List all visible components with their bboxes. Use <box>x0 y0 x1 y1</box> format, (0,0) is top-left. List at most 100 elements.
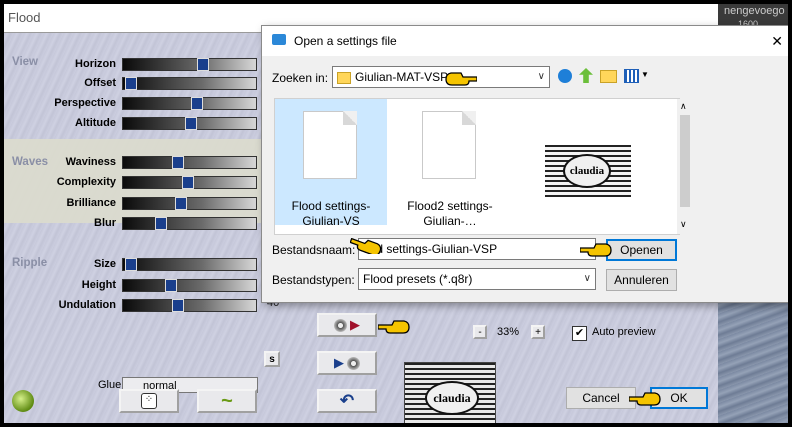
altitude-label: Altitude <box>75 117 116 129</box>
save-preset-button[interactable]: ▶ <box>317 351 377 375</box>
horizon-label: Horizon <box>75 58 116 70</box>
file-name: Flood settings-Giulian-VS <box>291 199 371 228</box>
random-button[interactable]: ⁘ <box>119 389 179 413</box>
pointer-hand-icon <box>377 319 410 335</box>
play-right-icon: ▶ <box>334 355 344 370</box>
height-slider[interactable] <box>122 279 257 292</box>
scroll-down-icon[interactable]: ∨ <box>680 219 687 230</box>
pointer-hand-icon <box>349 237 382 256</box>
glue-label: Glue <box>98 379 122 391</box>
open-settings-dialog: Open a settings file ✕ Zoeken in: Giulia… <box>261 25 788 303</box>
offset-label: Offset <box>84 77 116 89</box>
up-folder-icon[interactable] <box>579 68 593 83</box>
scroll-up-icon[interactable]: ∧ <box>680 101 687 112</box>
slider-thumb[interactable] <box>185 117 197 130</box>
claudia-logo: claudia <box>563 154 611 188</box>
slider-thumb[interactable] <box>175 197 187 210</box>
undulation-slider[interactable] <box>122 299 257 312</box>
claudia-logo: claudia <box>425 381 479 415</box>
file-list-scrollbar[interactable]: ∧ ∨ <box>677 99 693 234</box>
slider-thumb[interactable] <box>191 97 203 110</box>
brilliance-slider[interactable] <box>122 197 257 210</box>
waviness-label: Waviness <box>65 156 116 168</box>
zoom-level: 33% <box>497 326 520 338</box>
auto-preview-checkbox[interactable]: ✔ <box>572 326 587 341</box>
load-preset-button[interactable]: ▶ <box>317 313 377 337</box>
file-list: Flood settings-Giulian-VS Flood2 setting… <box>274 98 693 235</box>
disc-icon <box>334 318 347 332</box>
blur-slider[interactable] <box>122 217 257 230</box>
scroll-thumb[interactable] <box>680 115 690 207</box>
brilliance-label: Brilliance <box>66 197 116 209</box>
pointer-hand-icon <box>628 391 661 407</box>
filter-logo-icon <box>12 390 34 412</box>
file-item[interactable]: Flood settings-Giulian-VS <box>275 99 387 228</box>
perspective-slider[interactable] <box>122 97 257 110</box>
pointer-hand-icon <box>445 71 478 87</box>
dice-icon: ⁘ <box>141 393 157 409</box>
complexity-slider[interactable] <box>122 176 257 189</box>
screen: Flood nengevoego 1600 View Waves Ripple … <box>4 4 788 423</box>
slider-thumb[interactable] <box>182 176 194 189</box>
height-label: Height <box>81 279 116 291</box>
waviness-slider[interactable] <box>122 156 257 169</box>
dialog-close-button[interactable]: ✕ <box>771 33 783 50</box>
back-icon[interactable] <box>558 69 572 83</box>
dialog-title: Open a settings file <box>294 34 397 48</box>
slider-thumb[interactable] <box>172 156 184 169</box>
undulation-label: Undulation <box>58 299 116 311</box>
folder-icon <box>337 71 351 84</box>
cancel-dialog-button[interactable]: Annuleren <box>606 269 677 291</box>
filename-input[interactable]: ood settings-Giulian-VSP <box>358 238 596 260</box>
horizon-slider[interactable] <box>122 58 257 71</box>
undo-button[interactable]: ↶ <box>317 389 377 413</box>
corner-text: nengevoego <box>724 5 785 17</box>
slider-thumb[interactable] <box>125 258 137 271</box>
slider-thumb[interactable] <box>172 299 184 312</box>
document-icon <box>303 111 357 179</box>
complexity-label: Complexity <box>56 176 116 188</box>
look-in-value: Giulian-MAT-VSP <box>355 70 449 84</box>
zoom-in-button[interactable]: + <box>531 325 545 339</box>
filetype-select[interactable]: Flood presets (*.q8r) ∨ <box>358 268 596 290</box>
slider-thumb[interactable] <box>155 217 167 230</box>
pointer-hand-icon <box>579 242 612 258</box>
view-menu-icon[interactable] <box>624 69 639 83</box>
slider-thumb[interactable] <box>165 279 177 292</box>
wave-icon: ~ <box>221 389 233 412</box>
perspective-label: Perspective <box>54 97 116 109</box>
altitude-slider[interactable] <box>122 117 257 130</box>
chevron-down-icon: ∨ <box>583 273 591 284</box>
file-name: Flood2 settings-Giulian-… <box>407 199 493 228</box>
open-button[interactable]: Openen <box>606 239 677 261</box>
look-in-combo[interactable]: Giulian-MAT-VSP ∨ <box>332 66 550 88</box>
reset-button[interactable]: ~ <box>197 389 257 413</box>
preview-thumbnail: claudia <box>404 362 496 423</box>
play-right-icon: ▶ <box>350 317 360 332</box>
preview-image: claudia <box>545 145 631 197</box>
cancel-button[interactable]: Cancel <box>566 387 636 409</box>
undo-arrow-icon: ↶ <box>339 391 355 410</box>
filename-label: Bestandsnaam: <box>272 243 356 257</box>
glue-button[interactable]: s <box>264 351 280 367</box>
auto-preview-label: Auto preview <box>592 326 656 338</box>
disc-icon <box>347 356 360 370</box>
file-item[interactable]: Flood2 settings-Giulian-… <box>394 99 506 228</box>
caret-down-icon: ▼ <box>641 70 649 79</box>
slider-thumb[interactable] <box>125 77 137 90</box>
dialog-titlebar: Open a settings file ✕ <box>262 26 788 56</box>
blur-label: Blur <box>94 217 116 229</box>
zoom-out-button[interactable]: - <box>473 325 487 339</box>
size-label: Size <box>93 258 116 270</box>
size-slider[interactable] <box>122 258 257 271</box>
filetype-value: Flood presets (*.q8r) <box>363 272 473 286</box>
camera-icon <box>272 34 286 45</box>
offset-slider[interactable] <box>122 77 257 90</box>
slider-thumb[interactable] <box>197 58 209 71</box>
flood-title: Flood <box>8 10 41 25</box>
new-folder-icon[interactable] <box>600 70 617 83</box>
document-icon <box>422 111 476 179</box>
chevron-down-icon: ∨ <box>537 71 545 82</box>
look-in-label: Zoeken in: <box>272 71 329 85</box>
filetype-label: Bestandstypen: <box>272 273 355 287</box>
